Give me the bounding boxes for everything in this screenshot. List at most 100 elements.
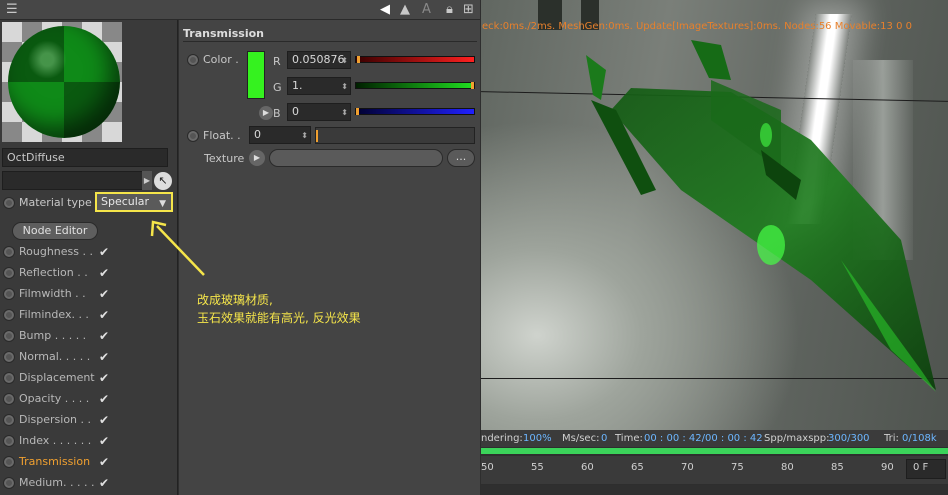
checkmark-icon[interactable]: ✔ [99, 328, 109, 344]
channel-item[interactable]: Transmission ✔ [3, 454, 175, 475]
back-arrow-icon[interactable]: ◀ [380, 2, 390, 18]
material-search-field[interactable] [2, 171, 150, 190]
time-value: 00 : 00 : 42/00 : 00 : 42 [644, 433, 763, 444]
annotation-line-2: 玉石效果就能有高光, 反光效果 [197, 311, 361, 325]
checkmark-icon[interactable]: ✔ [99, 286, 109, 302]
lock-icon[interactable]: 🔒︎ [446, 2, 453, 18]
channel-label: Medium. . . . . [19, 476, 95, 489]
radio-icon[interactable] [187, 130, 199, 142]
material-type-value: Specular [101, 195, 150, 208]
radio-icon[interactable] [3, 393, 15, 405]
r-value-field[interactable]: 0.050876 ⬍ [287, 51, 351, 69]
channel-item[interactable]: Opacity . . . . ✔ [3, 391, 175, 412]
attribute-panel: Transmission Color . R 0.050876 ⬍ G 1. ⬍ ▶… [179, 20, 480, 495]
color-swatch[interactable] [247, 51, 265, 99]
checkmark-icon[interactable]: ✔ [99, 475, 109, 491]
picker-icon[interactable]: ↖ [154, 172, 172, 190]
channel-list: Roughness . . ✔ Reflection . . ✔ Filmwidth .… [3, 244, 175, 495]
timeline-tick: 85 [831, 462, 844, 473]
float-slider-knob[interactable] [316, 130, 318, 142]
channel-item[interactable]: Normal. . . . . ✔ [3, 349, 175, 370]
material-name-field[interactable]: OctDiffuse [2, 148, 168, 167]
radio-icon[interactable] [3, 372, 15, 384]
text-icon[interactable]: A [422, 2, 431, 18]
channel-item[interactable]: Bump . . . . . ✔ [3, 328, 175, 349]
radio-icon[interactable] [3, 435, 15, 447]
g-slider[interactable] [355, 82, 475, 89]
color-row: Color . [187, 52, 239, 68]
spinner-icon[interactable]: ⬍ [341, 80, 348, 94]
checkmark-icon[interactable]: ✔ [99, 349, 109, 365]
texture-more-button[interactable]: ... [447, 149, 475, 167]
radio-icon[interactable] [3, 456, 15, 468]
material-type-dropdown[interactable]: Specular ▼ [95, 192, 173, 212]
dropdown-caret-icon: ▼ [159, 199, 166, 209]
radio-icon[interactable] [3, 309, 15, 321]
g-label: G [273, 81, 282, 94]
radio-icon[interactable] [187, 54, 199, 66]
timeline-tick: 80 [781, 462, 794, 473]
checkmark-icon[interactable]: ✔ [99, 370, 109, 386]
node-editor-button[interactable]: Node Editor [12, 222, 98, 240]
timeline[interactable]: 50 55 60 65 70 75 80 85 90 [481, 456, 948, 484]
expand-arrow-icon[interactable]: ▶ [259, 106, 273, 120]
g-slider-knob[interactable] [471, 82, 474, 89]
preview-sphere [8, 26, 120, 138]
r-slider[interactable] [355, 56, 475, 63]
channel-item[interactable]: Filmindex. . . ✔ [3, 307, 175, 328]
radio-icon[interactable] [3, 267, 15, 279]
r-slider-knob[interactable] [357, 56, 360, 63]
radio-icon[interactable] [3, 288, 15, 300]
expand-arrow-icon[interactable]: ▶ [142, 171, 152, 190]
channel-item[interactable]: Displacement ✔ [3, 370, 175, 391]
r-value: 0.050876 [292, 53, 345, 66]
radio-icon[interactable] [3, 197, 15, 209]
time-label: Time: [615, 433, 643, 444]
radio-icon[interactable] [3, 330, 15, 342]
spinner-icon[interactable]: ⬍ [301, 129, 308, 143]
channel-item[interactable]: Dispersion . . ✔ [3, 412, 175, 433]
top-toolbar: ☰ ◀ ▲ A 🔒︎ ⊞ [0, 0, 480, 20]
channel-item[interactable]: Roughness . . ✔ [3, 244, 175, 265]
texture-field[interactable] [269, 149, 443, 167]
checkmark-icon[interactable]: ✔ [99, 265, 109, 281]
up-arrow-icon[interactable]: ▲ [400, 2, 410, 18]
spp-label: Spp/maxspp: [764, 433, 830, 444]
radio-icon[interactable] [3, 351, 15, 363]
timeline-tick: 75 [731, 462, 744, 473]
material-preview [2, 22, 122, 142]
checkmark-icon[interactable]: ✔ [99, 307, 109, 323]
timeline-tick: 65 [631, 462, 644, 473]
radio-icon[interactable] [3, 246, 15, 258]
timeline-tick: 90 [881, 462, 894, 473]
float-slider[interactable] [315, 127, 475, 144]
channel-item[interactable]: Reflection . . ✔ [3, 265, 175, 286]
channel-item[interactable]: Index . . . . . . ✔ [3, 433, 175, 454]
new-panel-icon[interactable]: ⊞ [463, 2, 474, 18]
tri-label: Tri: [884, 433, 899, 444]
expand-arrow-icon[interactable]: ▶ [249, 150, 265, 166]
checkmark-icon[interactable]: ✔ [99, 412, 109, 428]
transport-bar [481, 485, 948, 495]
channel-item[interactable]: Filmwidth . . ✔ [3, 286, 175, 307]
float-value-field[interactable]: 0 ⬍ [249, 126, 311, 144]
channel-label: Bump . . . . . [19, 329, 87, 342]
radio-icon[interactable] [3, 477, 15, 489]
checkmark-icon[interactable]: ✔ [99, 391, 109, 407]
channel-item[interactable]: Medium. . . . . ✔ [3, 475, 175, 495]
r-label: R [273, 55, 281, 68]
radio-icon[interactable] [3, 414, 15, 426]
render-viewport[interactable] [481, 0, 948, 430]
menu-icon[interactable]: ☰ [6, 2, 18, 18]
b-slider-knob[interactable] [356, 108, 359, 115]
b-slider[interactable] [355, 108, 475, 115]
spinner-icon[interactable]: ⬍ [341, 54, 348, 68]
frame-field[interactable]: 0 F [906, 459, 946, 479]
checkmark-icon[interactable]: ✔ [99, 244, 109, 260]
spinner-icon[interactable]: ⬍ [341, 106, 348, 120]
checkmark-icon[interactable]: ✔ [99, 433, 109, 449]
checkmark-icon[interactable]: ✔ [99, 454, 109, 470]
channel-label: Opacity . . . . [19, 392, 90, 405]
g-value-field[interactable]: 1. ⬍ [287, 77, 351, 95]
b-value-field[interactable]: 0 ⬍ [287, 103, 351, 121]
